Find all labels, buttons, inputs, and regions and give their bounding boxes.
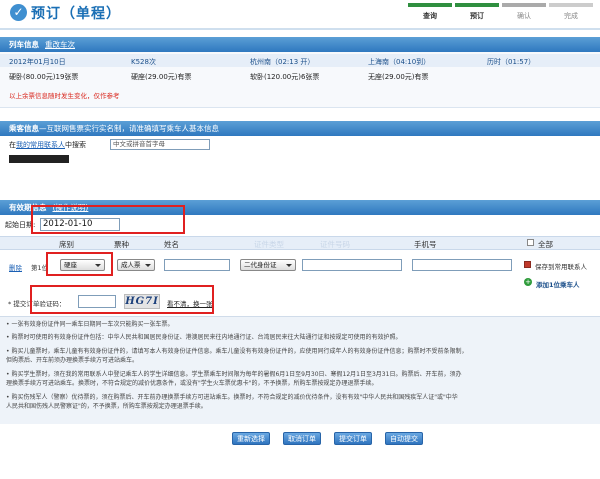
col-mobile: 手机号 — [414, 240, 437, 249]
step-confirm: 确认 — [517, 12, 531, 20]
step-bar-3 — [502, 3, 546, 7]
step-query: 查询 — [423, 12, 437, 20]
contact-search-input[interactable]: 中文或拼音首字母 — [110, 139, 210, 150]
train-number: K528次 — [131, 58, 156, 66]
search-prefix: 在 — [9, 141, 16, 149]
id-number-input[interactable] — [302, 259, 402, 271]
step-book: 预订 — [470, 12, 484, 20]
highlight-seat-type — [46, 252, 113, 276]
redacted-contact — [9, 155, 69, 163]
save-contact-label: 保存到常用联系人 — [535, 263, 587, 271]
validity-section-title: 有效 — [9, 203, 24, 212]
page-title: 预订（单程） — [31, 6, 121, 22]
seat-soft-sleeper: 软卧(120.00元)6张票 — [250, 73, 320, 81]
step-bar-2 — [455, 3, 499, 7]
note-line-8: 人民共和国伤残人民警察证"的，不予换票，所购车票按规定办理退票手续。 — [6, 403, 207, 410]
search-suffix: 中搜索 — [65, 141, 86, 149]
my-contacts-link[interactable]: 我的常用联系人 — [16, 141, 65, 149]
availability-notice: 以上余票信息随时发生变化，仅作参考 — [9, 92, 120, 100]
note-line-4: 但购票后、开车前须办理换票手续方可进站乘车。 — [6, 357, 139, 364]
passenger-section-subtitle: —互联网售票实行实名制，请准确填写乘车人基本信息 — [39, 124, 219, 133]
ticket-type-select[interactable]: 成人票 — [117, 259, 155, 271]
step-done: 完成 — [564, 12, 578, 20]
passenger-section-header: 乘客信息—互联网售票实行实名制，请准确填写乘车人基本信息 — [0, 121, 600, 136]
train-date: 2012年01月10日 — [9, 58, 66, 66]
save-contact-checkbox[interactable] — [524, 261, 531, 268]
reset-button[interactable]: 重新选择 — [232, 432, 270, 445]
select-all-checkbox[interactable] — [527, 239, 534, 246]
add-passenger-link[interactable]: 添加1位乘车人 — [536, 279, 580, 289]
cancel-order-button[interactable]: 取消订单 — [283, 432, 321, 445]
seat-standing: 无座(29.00元)有票 — [368, 73, 429, 81]
seat-hard-sleeper: 硬卧(80.00元)19张票 — [9, 73, 79, 81]
col-idno: 证件号码 — [320, 240, 350, 249]
note-line-6: 理换票手续方可进站乘车。换票时，不符合规定的减价优惠条件，或没有"学生火车票优惠… — [6, 380, 378, 387]
note-line-2: • 购票时可使用的有效身份证件包括：中华人民共和国居民身份证、港澳居民来往内地通… — [6, 334, 402, 341]
change-train-link[interactable]: 重改车次 — [45, 40, 75, 49]
passenger-table-header — [0, 236, 600, 250]
step-bar-4 — [549, 3, 593, 7]
note-line-5: • 购买学生票时，须在我的常用联系人中登记乘车人的学生详细信息。学生票乘车时间限… — [6, 371, 462, 378]
check-icon: ✓ — [10, 4, 27, 21]
highlight-start-date — [31, 205, 185, 234]
passenger-name-input[interactable] — [164, 259, 230, 271]
step-bar-1 — [408, 3, 452, 7]
delete-row-link[interactable]: 删除 — [9, 262, 22, 272]
train-section-header: 列车信息 重改车次 — [0, 37, 600, 52]
col-seat: 席别 — [59, 240, 74, 249]
col-idtype: 证件类型 — [254, 240, 284, 249]
contact-search-label: 在我的常用联系人中搜索 — [9, 140, 86, 150]
note-line-1: • 一张有效身份证件同一乘车日期同一车次只能购买一张车票。 — [6, 321, 174, 328]
mobile-input[interactable] — [412, 259, 512, 271]
note-line-3: • 购买儿童票时，乘车儿童有有效身份证件的，请填写本人有效身份证件信息。乘车儿童… — [6, 348, 468, 355]
seat-hard-seat: 硬座(29.00元)有票 — [131, 73, 192, 81]
col-all: 全部 — [538, 240, 553, 249]
highlight-captcha — [30, 285, 214, 314]
add-passenger-icon[interactable]: + — [524, 278, 532, 286]
progress-steps: 查询 预订 确认 完成 — [408, 3, 598, 27]
train-arrival: 上海南（04:10到） — [368, 58, 431, 66]
train-section-title: 列车信息 — [9, 40, 39, 49]
col-ticket: 票种 — [114, 240, 129, 249]
auto-submit-button[interactable]: 自动提交 — [385, 432, 423, 445]
note-line-7: • 购买伤残军人（警察）优待票的，须在购票后、开车前办理换票手续方可进站乘车。换… — [6, 394, 458, 401]
passenger-section-title: 乘客信息 — [9, 124, 39, 133]
train-departure: 杭州南（02:13 开） — [250, 58, 315, 66]
col-name: 姓名 — [164, 240, 179, 249]
id-type-select[interactable]: 二代身份证 — [240, 259, 296, 271]
train-duration: 历时（01:57） — [487, 58, 536, 66]
submit-order-button[interactable]: 提交订单 — [334, 432, 372, 445]
